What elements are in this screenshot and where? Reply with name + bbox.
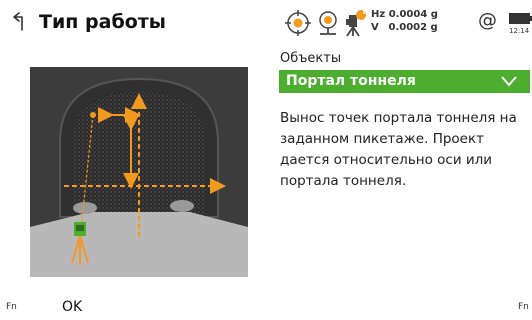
title-bar: Тип работы ! Hz 0.0004 g V 0.0002 g @ 12…: [0, 0, 532, 44]
left-rocks: [73, 202, 97, 214]
v-value: 0.0002 g: [388, 22, 438, 33]
tunnel-floor: [30, 212, 248, 277]
warning-badge: !: [361, 7, 367, 17]
softkey-bar: Fn OK Fn: [0, 294, 532, 320]
page-title: Тип работы: [39, 11, 166, 33]
right-rocks: [170, 200, 194, 212]
at-icon[interactable]: @: [478, 9, 497, 31]
ok-button[interactable]: OK: [34, 294, 110, 320]
battery-time: 12:14: [509, 27, 530, 35]
work-type-description: Вынос точек портала тоннеля на заданном …: [280, 110, 517, 189]
target-crosshair-icon[interactable]: [284, 9, 312, 37]
hz-label: Hz: [371, 9, 386, 20]
hz-value: 0.0004 g: [388, 9, 438, 20]
tunnel-portal-illustration: [30, 67, 248, 277]
prism-icon[interactable]: [314, 9, 342, 37]
v-readout: V 0.0002 g: [371, 22, 438, 33]
fn-key-left[interactable]: Fn: [6, 302, 17, 312]
back-icon[interactable]: [10, 10, 32, 34]
v-label: V: [371, 22, 379, 33]
objects-dropdown[interactable]: Портал тоннеля: [279, 70, 530, 93]
fn-key-right[interactable]: Fn: [518, 302, 529, 312]
objects-label: Объекты: [280, 51, 342, 66]
hz-readout: Hz 0.0004 g: [371, 9, 438, 20]
objects-dropdown-value: Портал тоннеля: [286, 73, 416, 89]
chevron-down-icon: [501, 76, 517, 87]
battery-icon[interactable]: 12:14: [509, 11, 532, 37]
